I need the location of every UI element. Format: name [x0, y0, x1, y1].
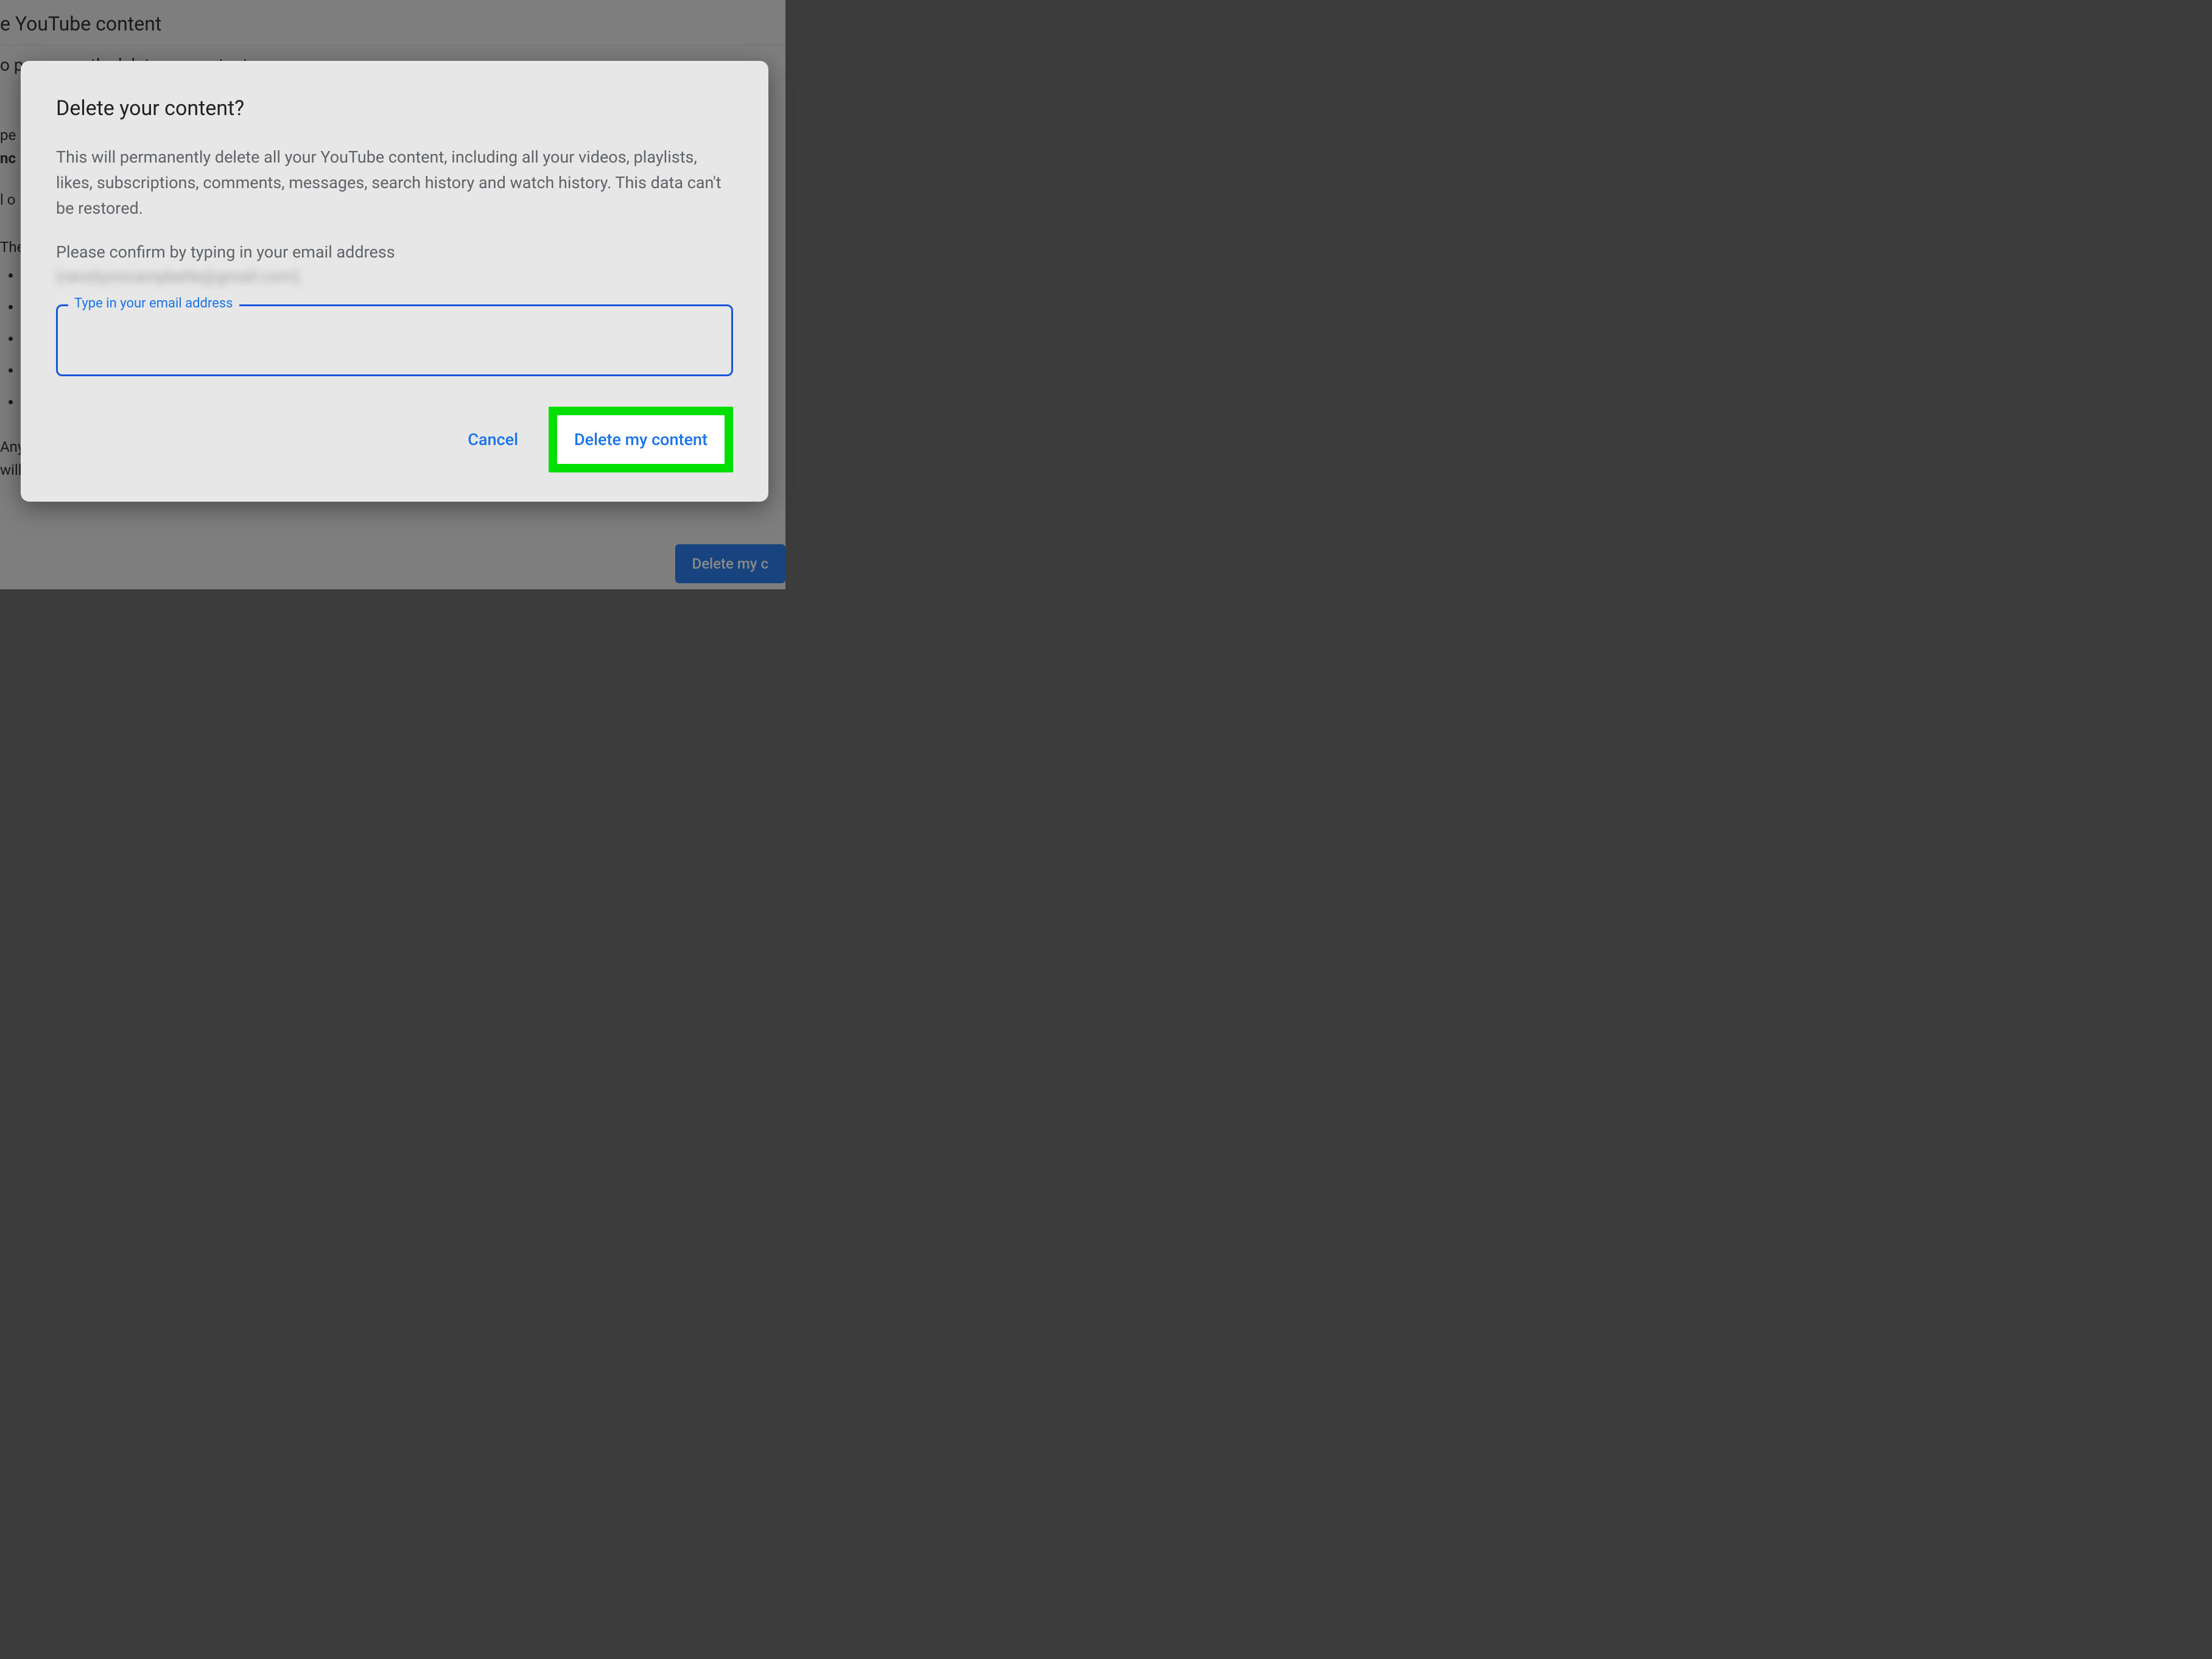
- highlight-box: Delete my content: [549, 407, 733, 472]
- modal-title: Delete your content?: [56, 96, 733, 121]
- modal-actions: Cancel Delete my content: [56, 407, 733, 472]
- email-input-wrapper: Type in your email address: [56, 304, 733, 376]
- modal-confirm-label: Please confirm by typing in your email a…: [56, 240, 733, 265]
- modal-email-redacted: (nevelynncampbelle@gmail.com).: [56, 267, 733, 286]
- cancel-button[interactable]: Cancel: [455, 420, 530, 459]
- email-input[interactable]: [56, 304, 733, 376]
- modal-body-text: This will permanently delete all your Yo…: [56, 145, 733, 222]
- email-input-label: Type in your email address: [68, 296, 239, 311]
- delete-my-content-button[interactable]: Delete my content: [557, 415, 725, 464]
- delete-content-modal: Delete your content? This will permanent…: [21, 61, 768, 502]
